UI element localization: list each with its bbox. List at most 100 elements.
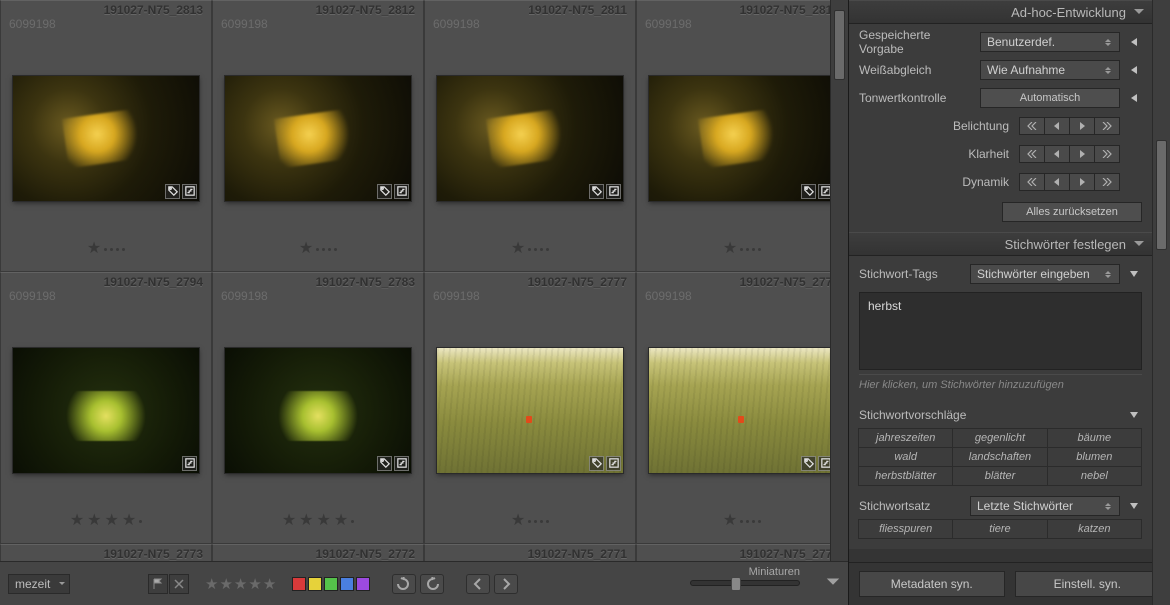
stepper-inc[interactable]	[1069, 173, 1095, 191]
grid-cell[interactable]: 191027-N75_28136099198★	[0, 0, 212, 272]
stepper-inc[interactable]	[1069, 117, 1095, 135]
stepper-inc2[interactable]	[1094, 145, 1120, 163]
scrollbar-thumb[interactable]	[834, 10, 845, 80]
keyword-suggestion[interactable]: bäume	[1047, 428, 1142, 448]
flag-reject[interactable]	[169, 574, 189, 594]
keyword-suggestion[interactable]: landschaften	[952, 447, 1047, 467]
grid-cell-cutoff[interactable]: 191027-N75_2771	[424, 544, 636, 561]
sync-metadata-button[interactable]: Metadaten syn.	[859, 571, 1005, 597]
stepper-dec[interactable]	[1044, 173, 1070, 191]
grid-cell[interactable]: 191027-N75_27946099198★★★★	[0, 272, 212, 544]
grid-cell[interactable]: 191027-N75_28116099198★	[424, 0, 636, 272]
preset-collapse-icon[interactable]	[1126, 34, 1142, 50]
thumbnail[interactable]	[225, 76, 411, 201]
sort-select[interactable]: mezeit	[8, 574, 70, 594]
rotate-ccw-button[interactable]	[392, 574, 416, 594]
grid-cell-cutoff[interactable]: 191027-N75_2773	[0, 544, 212, 561]
keyword-set-collapse-icon[interactable]	[1126, 498, 1142, 514]
keyword-suggestion[interactable]: wald	[858, 447, 953, 467]
rating-stars[interactable]: ★★★★★	[205, 575, 276, 593]
grid-cell[interactable]: 191027-N75_27766099198★	[636, 272, 848, 544]
color-swatch[interactable]	[308, 577, 322, 591]
rating-display[interactable]: ★	[511, 513, 549, 529]
wb-collapse-icon[interactable]	[1126, 62, 1142, 78]
toolbar-expand[interactable]	[826, 574, 840, 591]
rating-display[interactable]: ★	[723, 241, 761, 257]
stepper-inc2[interactable]	[1094, 117, 1120, 135]
thumbnail[interactable]	[649, 76, 835, 201]
sync-settings-button[interactable]: Einstell. syn.	[1015, 571, 1161, 597]
auto-tone-button[interactable]: Automatisch	[980, 88, 1120, 108]
keyword-suggestion[interactable]: katzen	[1047, 519, 1142, 539]
sort-select-wrap[interactable]: mezeit	[8, 574, 70, 594]
keyword-add-hint[interactable]: Hier klicken, um Stichwörter hinzuzufüge…	[859, 374, 1142, 395]
thumbnail[interactable]	[13, 348, 199, 473]
grid-cell[interactable]: 191027-N75_28106099198★	[636, 0, 848, 272]
keyword-suggestion[interactable]: herbstblätter	[858, 466, 953, 486]
color-swatch[interactable]	[356, 577, 370, 591]
next-button[interactable]	[494, 574, 518, 594]
keyword-suggestion[interactable]: fliesspuren	[858, 519, 953, 539]
keyword-tags-collapse-icon[interactable]	[1126, 266, 1142, 282]
stepper-dec2[interactable]	[1019, 173, 1045, 191]
keyword-suggestion[interactable]: nebel	[1047, 466, 1142, 486]
right-scrollbar[interactable]	[1152, 0, 1170, 605]
rating-display[interactable]: ★	[723, 513, 761, 529]
keyword-tags-select[interactable]: Stichwörter eingeben	[970, 264, 1120, 284]
keyword-set-select[interactable]: Letzte Stichwörter	[970, 496, 1120, 516]
stepper-dec2[interactable]	[1019, 117, 1045, 135]
grid-cell[interactable]: 191027-N75_27836099198★★★★	[212, 272, 424, 544]
color-swatch[interactable]	[324, 577, 338, 591]
preset-select[interactable]: Benutzerdef.	[980, 32, 1120, 52]
keyword-suggestion[interactable]: jahreszeiten	[858, 428, 953, 448]
rating-display[interactable]: ★★★★	[70, 513, 142, 529]
thumbnail[interactable]	[649, 348, 835, 473]
star-5[interactable]: ★	[263, 575, 276, 593]
star-3[interactable]: ★	[234, 575, 247, 593]
stepper-dec2[interactable]	[1019, 145, 1045, 163]
star-icon: ★	[299, 513, 313, 529]
keyword-suggestion[interactable]: blumen	[1047, 447, 1142, 467]
keyword-suggestions-title: Stichwortvorschläge	[859, 408, 1120, 422]
star-4[interactable]: ★	[248, 575, 261, 593]
grid-cell-cutoff[interactable]: 191027-N75_2772	[212, 544, 424, 561]
grid-cell[interactable]: 191027-N75_27776099198★	[424, 272, 636, 544]
thumbnail-size-slider[interactable]	[690, 580, 800, 586]
thumbnail[interactable]	[225, 348, 411, 473]
rating-display[interactable]: ★	[299, 241, 337, 257]
reset-all-button[interactable]: Alles zurücksetzen	[1002, 202, 1142, 222]
tone-collapse-icon[interactable]	[1126, 90, 1142, 106]
wb-select[interactable]: Wie Aufnahme	[980, 60, 1120, 80]
keyword-suggestions-header[interactable]: Stichwortvorschläge	[849, 401, 1152, 429]
flag-pick[interactable]	[148, 574, 168, 594]
rating-dot	[528, 520, 531, 523]
keyword-suggestion[interactable]: gegenlicht	[952, 428, 1047, 448]
grid-scrollbar[interactable]	[830, 0, 848, 561]
grid-cell-cutoff[interactable]: 191027-N75_2770	[636, 544, 848, 561]
slider-knob[interactable]	[731, 577, 741, 591]
color-swatch[interactable]	[292, 577, 306, 591]
keyword-box[interactable]: herbst	[859, 292, 1142, 370]
rating-display[interactable]: ★	[87, 241, 125, 257]
star-1[interactable]: ★	[205, 575, 218, 593]
stepper-inc2[interactable]	[1094, 173, 1120, 191]
thumbnail[interactable]	[437, 348, 623, 473]
stepper-inc[interactable]	[1069, 145, 1095, 163]
prev-button[interactable]	[466, 574, 490, 594]
scrollbar-thumb[interactable]	[1156, 140, 1167, 250]
star-2[interactable]: ★	[219, 575, 232, 593]
thumbnail[interactable]	[13, 76, 199, 201]
thumbnail[interactable]	[437, 76, 623, 201]
keyword-suggestion[interactable]: blätter	[952, 466, 1047, 486]
quick-develop-header[interactable]: Ad-hoc-Entwicklung	[849, 0, 1152, 24]
keywording-header[interactable]: Stichwörter festlegen	[849, 232, 1152, 256]
stepper-dec[interactable]	[1044, 117, 1070, 135]
rating-display[interactable]: ★	[511, 241, 549, 257]
rating-display[interactable]: ★★★★	[282, 513, 354, 529]
color-swatch[interactable]	[340, 577, 354, 591]
keyword-suggestion[interactable]: tiere	[952, 519, 1047, 539]
rotate-cw-button[interactable]	[420, 574, 444, 594]
grid-cell[interactable]: 191027-N75_28126099198★	[212, 0, 424, 272]
stepper-dec[interactable]	[1044, 145, 1070, 163]
suggestions-collapse-icon[interactable]	[1126, 407, 1142, 423]
